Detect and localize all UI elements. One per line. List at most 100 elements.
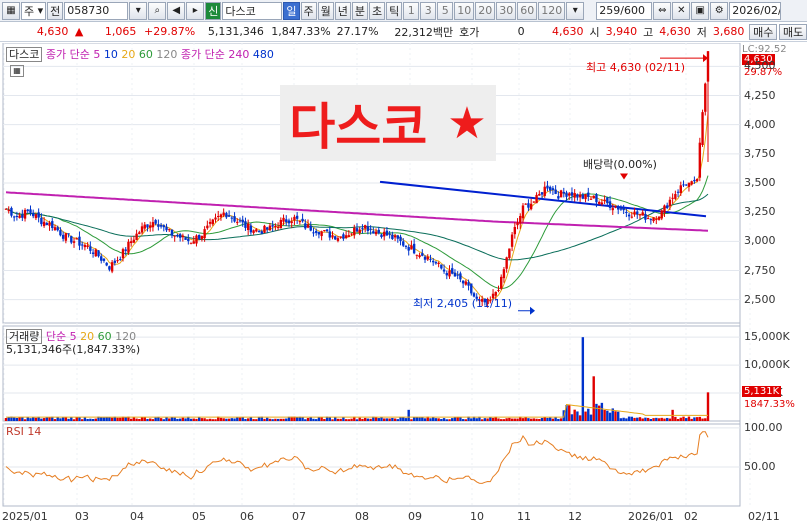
volume-bar	[453, 417, 457, 421]
volume-bar	[521, 418, 525, 421]
candle-body	[369, 228, 372, 230]
speaker-icon[interactable]: ◀	[167, 1, 186, 20]
volume-bar	[285, 418, 288, 421]
x-tick: 11	[517, 510, 531, 523]
buy-button[interactable]: 매수	[749, 23, 778, 40]
settings-icon[interactable]: ⚙	[710, 1, 729, 20]
volume-bar	[383, 418, 386, 421]
candle-body	[383, 231, 386, 237]
volume-bar	[206, 419, 209, 421]
volume-bar	[94, 418, 97, 421]
candle-body	[423, 256, 427, 260]
candle-body	[230, 217, 234, 219]
volume-bar	[146, 419, 149, 421]
volume-bar	[67, 418, 70, 421]
x-tick: 09	[408, 510, 422, 523]
cross-icon[interactable]: ✕	[672, 1, 691, 20]
legend-ma-120: 120	[156, 48, 178, 61]
candle-body	[358, 229, 361, 233]
candle-body	[538, 194, 541, 196]
interval-20[interactable]: 20	[475, 1, 496, 20]
market-select[interactable]: 주 ▾	[21, 1, 47, 20]
table-icon[interactable]: ▦	[10, 65, 24, 77]
volume-bar	[589, 414, 593, 421]
minute-dropdown-icon[interactable]: ▾	[566, 1, 585, 20]
period-year[interactable]: 년	[334, 1, 351, 20]
volume-bar	[369, 418, 372, 421]
period-minute[interactable]: 분	[351, 1, 369, 20]
candle-body	[638, 214, 642, 216]
candle-body	[385, 230, 389, 236]
dropdown-icon[interactable]: ▾	[129, 1, 148, 20]
volume-bar	[222, 418, 225, 421]
interval-10[interactable]: 10	[454, 1, 475, 20]
search-icon[interactable]: ⌕	[148, 1, 167, 20]
volume-bar	[219, 417, 223, 421]
candle-body	[646, 218, 650, 220]
interval-60[interactable]: 60	[517, 1, 538, 20]
bar-count-field[interactable]: 259/600	[596, 1, 653, 20]
volume-bar	[355, 419, 359, 421]
candle-body	[519, 215, 522, 224]
candle-body	[625, 211, 628, 214]
volume-bar	[502, 419, 506, 421]
candle-body	[380, 234, 383, 238]
volume-bar	[83, 417, 87, 421]
x-tick: 2025/01	[2, 510, 48, 523]
fit-icon[interactable]: ⇔	[653, 1, 672, 20]
rsi-y-tick: 100.00	[744, 420, 783, 434]
price-y-tick: 4,250	[744, 88, 776, 102]
volume-bar	[70, 417, 73, 421]
interval-5[interactable]: 5	[437, 1, 454, 20]
volume-bar	[42, 418, 46, 421]
candle-body	[706, 51, 710, 82]
candle-body	[508, 248, 511, 259]
volume-bar	[116, 417, 119, 421]
interval-30[interactable]: 30	[496, 1, 517, 20]
legend-ma-240: 240	[228, 48, 250, 61]
save-icon[interactable]: ▣	[691, 1, 710, 20]
interval-120[interactable]: 120	[538, 1, 566, 20]
sell-button[interactable]: 매도	[779, 23, 807, 40]
candle-body	[91, 252, 95, 254]
chart-area[interactable]: 다스코 종가 단순 5 10 20 60 120 종가 단순 240 480 ▦…	[0, 42, 807, 523]
volume-bar	[320, 417, 323, 421]
date-field[interactable]: 2026/02/	[729, 1, 782, 20]
period-second[interactable]: 초	[369, 1, 386, 20]
top-toolbar: ▦ 주 ▾ 전 058730 ▾ ⌕ ◀ ▸ 신 다스코 일 주 월 년 분 초…	[0, 0, 807, 22]
x-tick: 07	[292, 510, 306, 523]
candle-body	[595, 194, 598, 203]
grid-menu-icon[interactable]: ▦	[2, 1, 20, 20]
candle-body	[208, 221, 212, 224]
volume-bar	[59, 418, 62, 421]
volume-bar	[489, 417, 492, 421]
candle-body	[328, 231, 331, 238]
volume-bar	[143, 417, 146, 421]
candle-body	[89, 246, 92, 251]
candle-body	[584, 194, 587, 200]
period-tick[interactable]: 틱	[386, 1, 403, 20]
volume-bar	[464, 419, 468, 421]
volume-bar	[614, 411, 617, 421]
interval-1[interactable]: 1	[403, 1, 420, 20]
volume-bar	[170, 417, 174, 421]
interval-3[interactable]: 3	[420, 1, 437, 20]
candle-body	[453, 272, 457, 277]
period-week[interactable]: 주	[300, 1, 317, 20]
volume-bar	[693, 417, 696, 421]
candle-body	[578, 194, 582, 198]
candle-body	[257, 230, 261, 232]
candle-body	[467, 282, 470, 286]
period-day[interactable]: 일	[283, 1, 300, 20]
volume-bar	[524, 417, 527, 421]
prev-button[interactable]: 전	[47, 1, 64, 20]
arrow-icon[interactable]: ▸	[186, 1, 205, 20]
period-month[interactable]: 월	[317, 1, 334, 20]
candle-body	[665, 205, 669, 209]
volume-bar	[475, 418, 478, 421]
stock-code-input[interactable]: 058730	[64, 1, 129, 20]
candle-body	[149, 225, 152, 228]
volume-bar	[124, 417, 127, 421]
rsi-y-tick: 50.00	[744, 459, 776, 473]
volume-bar	[638, 417, 642, 421]
